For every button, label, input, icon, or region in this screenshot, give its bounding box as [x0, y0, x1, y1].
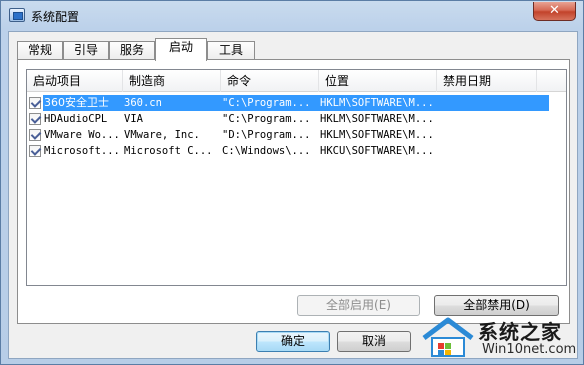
cell-location: HKLM\SOFTWARE\M...	[320, 113, 434, 125]
cell-location: HKCU\SOFTWARE\M...	[320, 145, 434, 157]
cell-location: HKLM\SOFTWARE\M...	[320, 129, 434, 141]
site-watermark: 系统之家 Win10net.com	[420, 312, 584, 365]
cell-startup-item: Microsoft...	[44, 145, 120, 157]
column-header-location[interactable]: 位置	[319, 70, 437, 92]
cell-manufacturer: 360.cn	[124, 97, 162, 109]
house-logo-icon	[422, 317, 474, 357]
cell-command: C:\Windows\...	[222, 145, 311, 157]
cancel-button[interactable]: 取消	[337, 331, 411, 352]
cell-disabled-date	[438, 127, 534, 143]
list-row[interactable]: 360安全卫士 360.cn "C:\Program... HKLM\SOFTW…	[27, 95, 549, 111]
dialog-client-area: 常规 引导 服务 启动 工具 启动项目 制造商 命令 位置 禁用日期 360安全…	[8, 31, 578, 359]
cell-manufacturer: VMware, Inc.	[124, 129, 200, 141]
column-header-startup-item[interactable]: 启动项目	[27, 70, 123, 92]
close-button[interactable]: ✕	[533, 2, 576, 21]
system-config-window: 系统配置 ✕ 常规 引导 服务 启动 工具 启动项目 制造商 命令 位置 禁用日…	[0, 0, 584, 365]
watermark-brand: 系统之家	[478, 320, 562, 344]
cell-manufacturer: Microsoft C...	[124, 145, 213, 157]
cell-startup-item: HDAudioCPL	[44, 113, 108, 125]
column-header-filler	[537, 70, 566, 92]
cell-disabled-date	[438, 111, 534, 127]
cell-manufacturer: VIA	[124, 113, 143, 125]
checkbox-checked-icon[interactable]	[29, 145, 41, 157]
checkbox-checked-icon[interactable]	[29, 97, 41, 109]
checkbox-checked-icon[interactable]	[29, 113, 41, 125]
msconfig-app-icon	[9, 8, 25, 22]
cell-disabled-date	[438, 143, 534, 159]
tab-services[interactable]: 服务	[109, 41, 155, 60]
tab-tools[interactable]: 工具	[207, 41, 255, 60]
cell-command: "C:\Program...	[222, 97, 311, 109]
list-row[interactable]: HDAudioCPL VIA "C:\Program... HKLM\SOFTW…	[27, 111, 542, 127]
list-row[interactable]: VMware Wo... VMware, Inc. "D:\Program...…	[27, 127, 542, 143]
cell-command: "C:\Program...	[222, 113, 311, 125]
column-header-manufacturer[interactable]: 制造商	[123, 70, 221, 92]
cell-startup-item: 360安全卫士	[44, 96, 109, 109]
title-bar[interactable]: 系统配置 ✕	[1, 1, 583, 31]
cell-command: "D:\Program...	[222, 129, 311, 141]
column-header-disabled-date[interactable]: 禁用日期	[437, 70, 537, 92]
checkbox-checked-icon[interactable]	[29, 129, 41, 141]
window-title: 系统配置	[31, 10, 80, 24]
list-header: 启动项目 制造商 命令 位置 禁用日期	[27, 70, 566, 92]
list-row[interactable]: Microsoft... Microsoft C... C:\Windows\.…	[27, 143, 542, 159]
enable-all-button[interactable]: 全部启用(E)	[297, 295, 420, 316]
tab-general[interactable]: 常规	[17, 41, 63, 60]
cell-disabled-date	[438, 95, 534, 111]
watermark-url: Win10net.com	[482, 342, 577, 357]
tab-boot[interactable]: 引导	[63, 41, 109, 60]
close-icon: ✕	[549, 3, 560, 18]
cell-location: HKLM\SOFTWARE\M...	[320, 97, 434, 109]
tab-startup[interactable]: 启动	[155, 38, 207, 61]
cell-startup-item: VMware Wo...	[44, 129, 120, 141]
column-header-command[interactable]: 命令	[221, 70, 319, 92]
startup-items-list[interactable]: 启动项目 制造商 命令 位置 禁用日期 360安全卫士 360.cn "C:\P…	[26, 69, 567, 286]
ok-button[interactable]: 确定	[256, 331, 330, 352]
